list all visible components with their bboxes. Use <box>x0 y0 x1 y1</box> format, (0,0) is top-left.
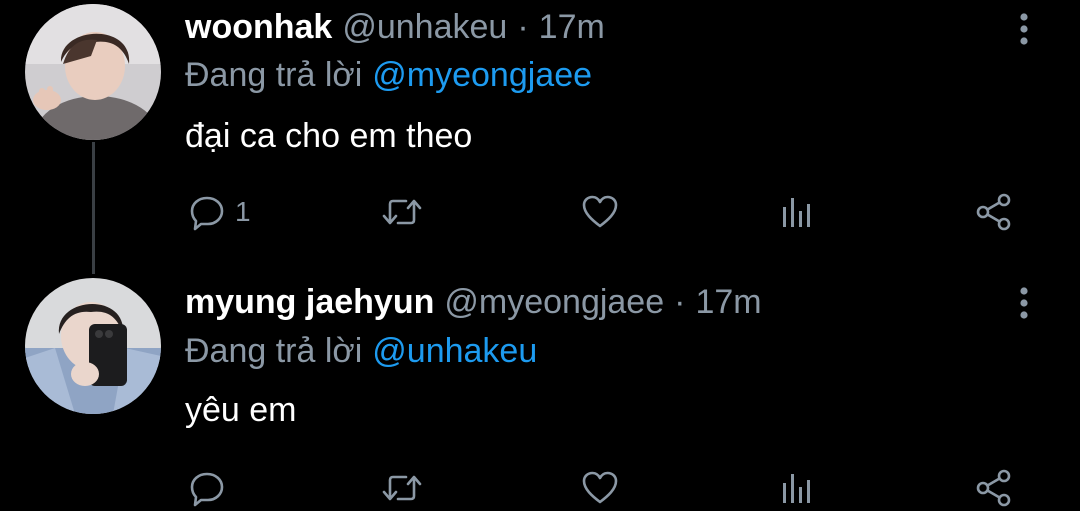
timestamp[interactable]: 17m <box>695 280 761 324</box>
reply-button[interactable] <box>187 468 235 508</box>
share-button[interactable] <box>974 192 1014 232</box>
reply-button[interactable]: 1 <box>187 192 251 232</box>
retweet-button[interactable] <box>381 468 423 508</box>
reply-mention-link[interactable]: @unhakeu <box>372 332 537 370</box>
tweet-item[interactable]: myung jaehyun @myeongjaee · 17m Đang trả… <box>0 276 1080 511</box>
display-name[interactable]: woonhak <box>185 5 332 49</box>
reply-count: 1 <box>235 196 251 227</box>
reply-context: Đang trả lời @unhakeu <box>185 329 537 373</box>
views-button[interactable] <box>778 468 818 508</box>
views-button[interactable] <box>778 192 818 232</box>
share-button[interactable] <box>974 468 1014 508</box>
retweet-icon <box>382 199 422 225</box>
display-name[interactable]: myung jaehyun <box>185 280 434 324</box>
tweet-header: myung jaehyun @myeongjaee · 17m <box>185 280 762 324</box>
separator-dot: · <box>517 8 529 46</box>
avatar[interactable] <box>25 4 161 140</box>
retweet-button[interactable] <box>381 192 423 232</box>
tweet-actions <box>185 468 1025 508</box>
reply-icon <box>190 196 224 231</box>
tweet-header: woonhak @unhakeu · 17m <box>185 5 605 49</box>
reply-mention-link[interactable]: @myeongjaee <box>372 56 592 94</box>
tweet-item[interactable]: woonhak @unhakeu · 17m Đang trả lời @myeo… <box>0 0 1080 276</box>
more-icon[interactable] <box>1014 12 1034 46</box>
tweet-text: đại ca cho em theo <box>185 117 473 155</box>
retweet-icon <box>382 475 422 501</box>
views-icon <box>783 198 810 227</box>
user-handle[interactable]: @unhakeu <box>342 5 507 49</box>
timestamp[interactable]: 17m <box>539 5 605 49</box>
user-handle[interactable]: @myeongjaee <box>444 280 664 324</box>
more-icon[interactable] <box>1014 286 1034 320</box>
views-icon <box>783 474 810 503</box>
like-button[interactable] <box>580 468 620 508</box>
like-button[interactable] <box>580 192 620 232</box>
like-icon <box>582 195 618 228</box>
reply-icon <box>190 472 224 507</box>
share-icon <box>976 469 1011 507</box>
reply-prefix: Đang trả lời <box>185 332 363 370</box>
tweet-actions: 1 <box>185 192 1025 232</box>
tweet-thread: woonhak @unhakeu · 17m Đang trả lời @myeo… <box>0 0 1080 511</box>
separator-dot: · <box>674 283 686 321</box>
tweet-text: yêu em <box>185 391 297 429</box>
share-icon <box>976 193 1011 231</box>
reply-prefix: Đang trả lời <box>185 56 363 94</box>
like-icon <box>582 471 618 504</box>
avatar[interactable] <box>25 278 161 414</box>
reply-context: Đang trả lời @myeongjaee <box>185 53 592 97</box>
